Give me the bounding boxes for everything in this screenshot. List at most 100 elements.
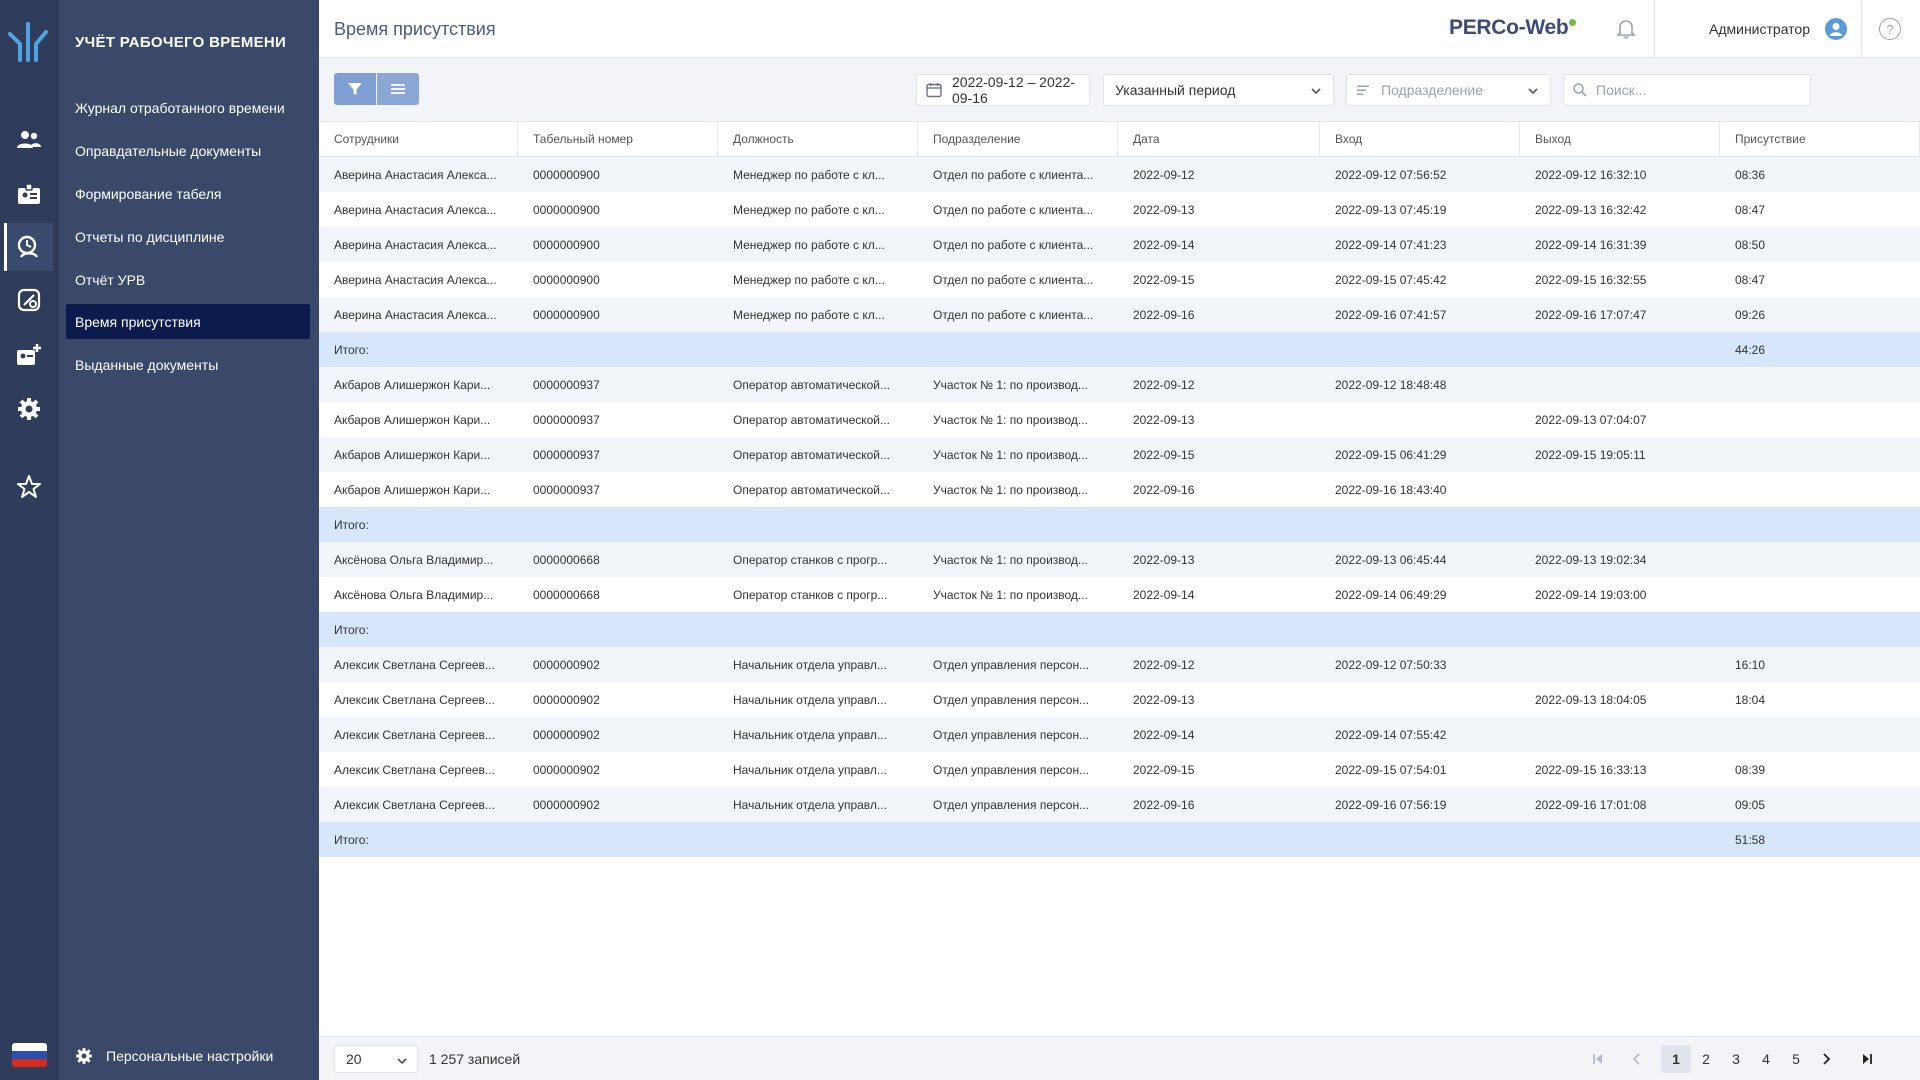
cell-department: Отдел управления персон... bbox=[933, 762, 1090, 777]
record-count: 1 257 записей bbox=[429, 1051, 521, 1067]
table-row[interactable]: Аксёнова Ольга Владимир... 0000000668 Опер… bbox=[319, 577, 1920, 612]
add-employee-icon[interactable] bbox=[4, 331, 53, 379]
table-row[interactable]: Аверина Анастасия Алекса... 0000000900 Мен… bbox=[319, 262, 1920, 297]
page-size-value: 20 bbox=[346, 1051, 362, 1067]
menu-item-urv-report[interactable]: Отчёт УРВ bbox=[66, 262, 310, 297]
menu-item-justification-docs[interactable]: Оправдательные документы bbox=[66, 133, 310, 168]
user-name[interactable]: Администратор bbox=[1709, 21, 1810, 37]
last-page-button[interactable] bbox=[1852, 1045, 1882, 1073]
next-page-button[interactable] bbox=[1811, 1045, 1841, 1073]
menu-item-work-log[interactable]: Журнал отработанного времени bbox=[66, 90, 310, 125]
cell-date: 2022-09-12 bbox=[1133, 377, 1195, 392]
table-total-row[interactable]: Итого: 44:26 bbox=[319, 332, 1920, 367]
cell-date: 2022-09-12 bbox=[1133, 167, 1195, 182]
cell-presence: 44:26 bbox=[1735, 342, 1766, 357]
gear-icon bbox=[76, 1048, 92, 1064]
table-row[interactable]: Алексик Светлана Сергеев... 0000000902 Нач… bbox=[319, 682, 1920, 717]
table-row[interactable]: Аксёнова Ольга Владимир... 0000000668 Опер… bbox=[319, 542, 1920, 577]
cell-position: Менеджер по работе с кл... bbox=[733, 307, 885, 322]
cell-entry bbox=[1320, 822, 1520, 857]
access-icon[interactable] bbox=[4, 276, 53, 324]
date-range-picker[interactable]: 2022-09-12 – 2022-09-16 bbox=[916, 74, 1090, 106]
menu-item-discipline-reports[interactable]: Отчеты по дисциплине bbox=[66, 219, 310, 254]
cell-presence: 08:39 bbox=[1735, 762, 1766, 777]
column-header-presence[interactable]: Присутствие bbox=[1720, 122, 1920, 156]
page-button-3[interactable]: 3 bbox=[1721, 1045, 1751, 1073]
menu-item-timesheet[interactable]: Формирование табеля bbox=[66, 176, 310, 211]
column-header-entry[interactable]: Вход bbox=[1320, 122, 1520, 156]
table-header: Сотрудники Табельный номер Должность Под… bbox=[319, 122, 1920, 157]
department-select[interactable]: Подразделение bbox=[1346, 74, 1551, 106]
settings-icon[interactable] bbox=[4, 385, 53, 433]
search-input[interactable]: Поиск... bbox=[1563, 74, 1811, 106]
logo-icon[interactable] bbox=[6, 20, 52, 62]
cell-personnel-number bbox=[518, 332, 718, 367]
column-header-date[interactable]: Дата bbox=[1118, 122, 1320, 156]
table-row[interactable]: Аверина Анастасия Алекса... 0000000900 Мен… bbox=[319, 192, 1920, 227]
help-icon[interactable]: ? bbox=[1879, 18, 1901, 40]
period-select[interactable]: Указанный период bbox=[1103, 74, 1334, 106]
table-row[interactable]: Акбаров Алишержон Кари... 0000000937 Опера… bbox=[319, 437, 1920, 472]
users-icon[interactable] bbox=[4, 116, 53, 164]
cell-personnel-number: 0000000668 bbox=[533, 552, 600, 567]
cell-presence bbox=[1720, 717, 1920, 752]
column-header-exit[interactable]: Выход bbox=[1520, 122, 1720, 156]
personal-settings-link[interactable]: Персональные настройки bbox=[74, 1046, 273, 1066]
table-row[interactable]: Акбаров Алишержон Кари... 0000000937 Опера… bbox=[319, 367, 1920, 402]
filter-button[interactable] bbox=[334, 73, 376, 105]
page-button-2[interactable]: 2 bbox=[1691, 1045, 1721, 1073]
cell-personnel-number bbox=[518, 612, 718, 647]
flag-ru-icon[interactable] bbox=[12, 1043, 47, 1067]
column-header-department[interactable]: Подразделение bbox=[918, 122, 1118, 156]
cell-date bbox=[1118, 612, 1320, 647]
table-row[interactable]: Аверина Анастасия Алекса... 0000000900 Мен… bbox=[319, 297, 1920, 332]
list-view-button[interactable] bbox=[377, 73, 419, 105]
cell-personnel-number: 0000000902 bbox=[533, 797, 600, 812]
table-row[interactable]: Аверина Анастасия Алекса... 0000000900 Мен… bbox=[319, 227, 1920, 262]
table-total-row[interactable]: Итого: 51:58 bbox=[319, 822, 1920, 857]
table-row[interactable]: Алексик Светлана Сергеев... 0000000902 Нач… bbox=[319, 787, 1920, 822]
page-button-1[interactable]: 1 bbox=[1661, 1045, 1691, 1073]
badge-icon[interactable] bbox=[4, 170, 53, 218]
menu-item-presence-time[interactable]: Время присутствия bbox=[66, 304, 310, 339]
icon-rail bbox=[0, 0, 59, 1080]
table-row[interactable]: Акбаров Алишержон Кари... 0000000937 Опера… bbox=[319, 402, 1920, 437]
bell-icon[interactable] bbox=[1615, 17, 1637, 39]
cell-department: Отдел управления персон... bbox=[933, 727, 1090, 742]
favorites-icon[interactable] bbox=[4, 463, 53, 511]
table-row[interactable]: Акбаров Алишержон Кари... 0000000937 Опера… bbox=[319, 472, 1920, 507]
cell-entry: 2022-09-12 07:56:52 bbox=[1335, 167, 1447, 182]
table-row[interactable]: Алексик Светлана Сергеев... 0000000902 Нач… bbox=[319, 717, 1920, 752]
column-header-personnel-number[interactable]: Табельный номер bbox=[518, 122, 718, 156]
table-row[interactable]: Аверина Анастасия Алекса... 0000000900 Мен… bbox=[319, 157, 1920, 192]
page-button-4[interactable]: 4 bbox=[1751, 1045, 1781, 1073]
cell-position: Начальник отдела управл... bbox=[733, 727, 887, 742]
cell-date bbox=[1118, 822, 1320, 857]
time-attendance-icon[interactable] bbox=[4, 223, 53, 271]
cell-department: Отдел по работе с клиента... bbox=[933, 167, 1094, 182]
cell-entry bbox=[1320, 402, 1520, 437]
search-placeholder: Поиск... bbox=[1596, 82, 1647, 98]
cell-position: Оператор автоматической... bbox=[733, 377, 891, 392]
prev-page-button[interactable] bbox=[1622, 1045, 1652, 1073]
cell-date: 2022-09-15 bbox=[1133, 272, 1195, 287]
menu-item-issued-docs[interactable]: Выданные документы bbox=[66, 347, 310, 382]
cell-department: Участок № 1: по производ... bbox=[933, 447, 1088, 462]
avatar[interactable] bbox=[1825, 18, 1847, 40]
page-button-5[interactable]: 5 bbox=[1781, 1045, 1811, 1073]
page-size-select[interactable]: 20 bbox=[334, 1045, 418, 1073]
cell-presence: 08:47 bbox=[1735, 202, 1766, 217]
table-total-row[interactable]: Итого: bbox=[319, 507, 1920, 542]
cell-position: Начальник отдела управл... bbox=[733, 762, 887, 777]
table-row[interactable]: Алексик Светлана Сергеев... 0000000902 Нач… bbox=[319, 752, 1920, 787]
column-header-employees[interactable]: Сотрудники bbox=[319, 122, 518, 156]
cell-entry: 2022-09-13 06:45:44 bbox=[1335, 552, 1447, 567]
cell-personnel-number: 0000000900 bbox=[533, 272, 600, 287]
table-total-row[interactable]: Итого: bbox=[319, 612, 1920, 647]
first-page-button[interactable] bbox=[1583, 1045, 1613, 1073]
column-header-position[interactable]: Должность bbox=[718, 122, 918, 156]
cell-position: Оператор станков с прогр... bbox=[733, 587, 888, 602]
cell-presence bbox=[1720, 437, 1920, 472]
cell-personnel-number: 0000000668 bbox=[533, 587, 600, 602]
table-row[interactable]: Алексик Светлана Сергеев... 0000000902 Нач… bbox=[319, 647, 1920, 682]
